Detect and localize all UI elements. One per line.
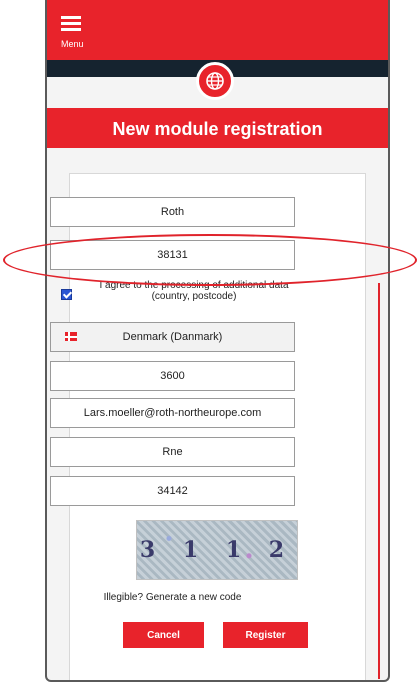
cancel-button[interactable]: Cancel <box>123 622 204 648</box>
menu-label[interactable]: Menu <box>61 39 84 49</box>
consent-checkbox[interactable] <box>61 289 72 300</box>
page-title: New module registration <box>47 108 388 148</box>
name-field[interactable]: Roth <box>50 197 295 227</box>
consent-label: I agree to the processing of additional … <box>99 280 289 302</box>
city-field[interactable]: Rne <box>50 437 295 467</box>
zip-field[interactable]: 3600 <box>50 361 295 391</box>
annotation-line <box>378 283 380 679</box>
captcha-image: 3 1 1 2 <box>136 520 298 580</box>
email-field[interactable]: Lars.moeller@roth-northeurope.com <box>50 398 295 428</box>
denmark-flag-icon <box>65 332 77 341</box>
postcode-field[interactable]: 38131 <box>50 240 295 270</box>
regenerate-captcha-link[interactable]: Illegible? Generate a new code <box>50 592 295 603</box>
country-select[interactable]: Denmark (Danmark) <box>50 322 295 352</box>
captcha-text: 3 1 1 2 <box>139 537 295 563</box>
globe-badge <box>196 62 234 100</box>
register-button[interactable]: Register <box>223 622 308 648</box>
menu-icon[interactable] <box>61 16 81 31</box>
country-value: Denmark (Danmark) <box>122 331 223 343</box>
globe-icon <box>206 72 224 90</box>
code-field[interactable]: 34142 <box>50 476 295 506</box>
top-bar: Menu <box>47 0 388 60</box>
